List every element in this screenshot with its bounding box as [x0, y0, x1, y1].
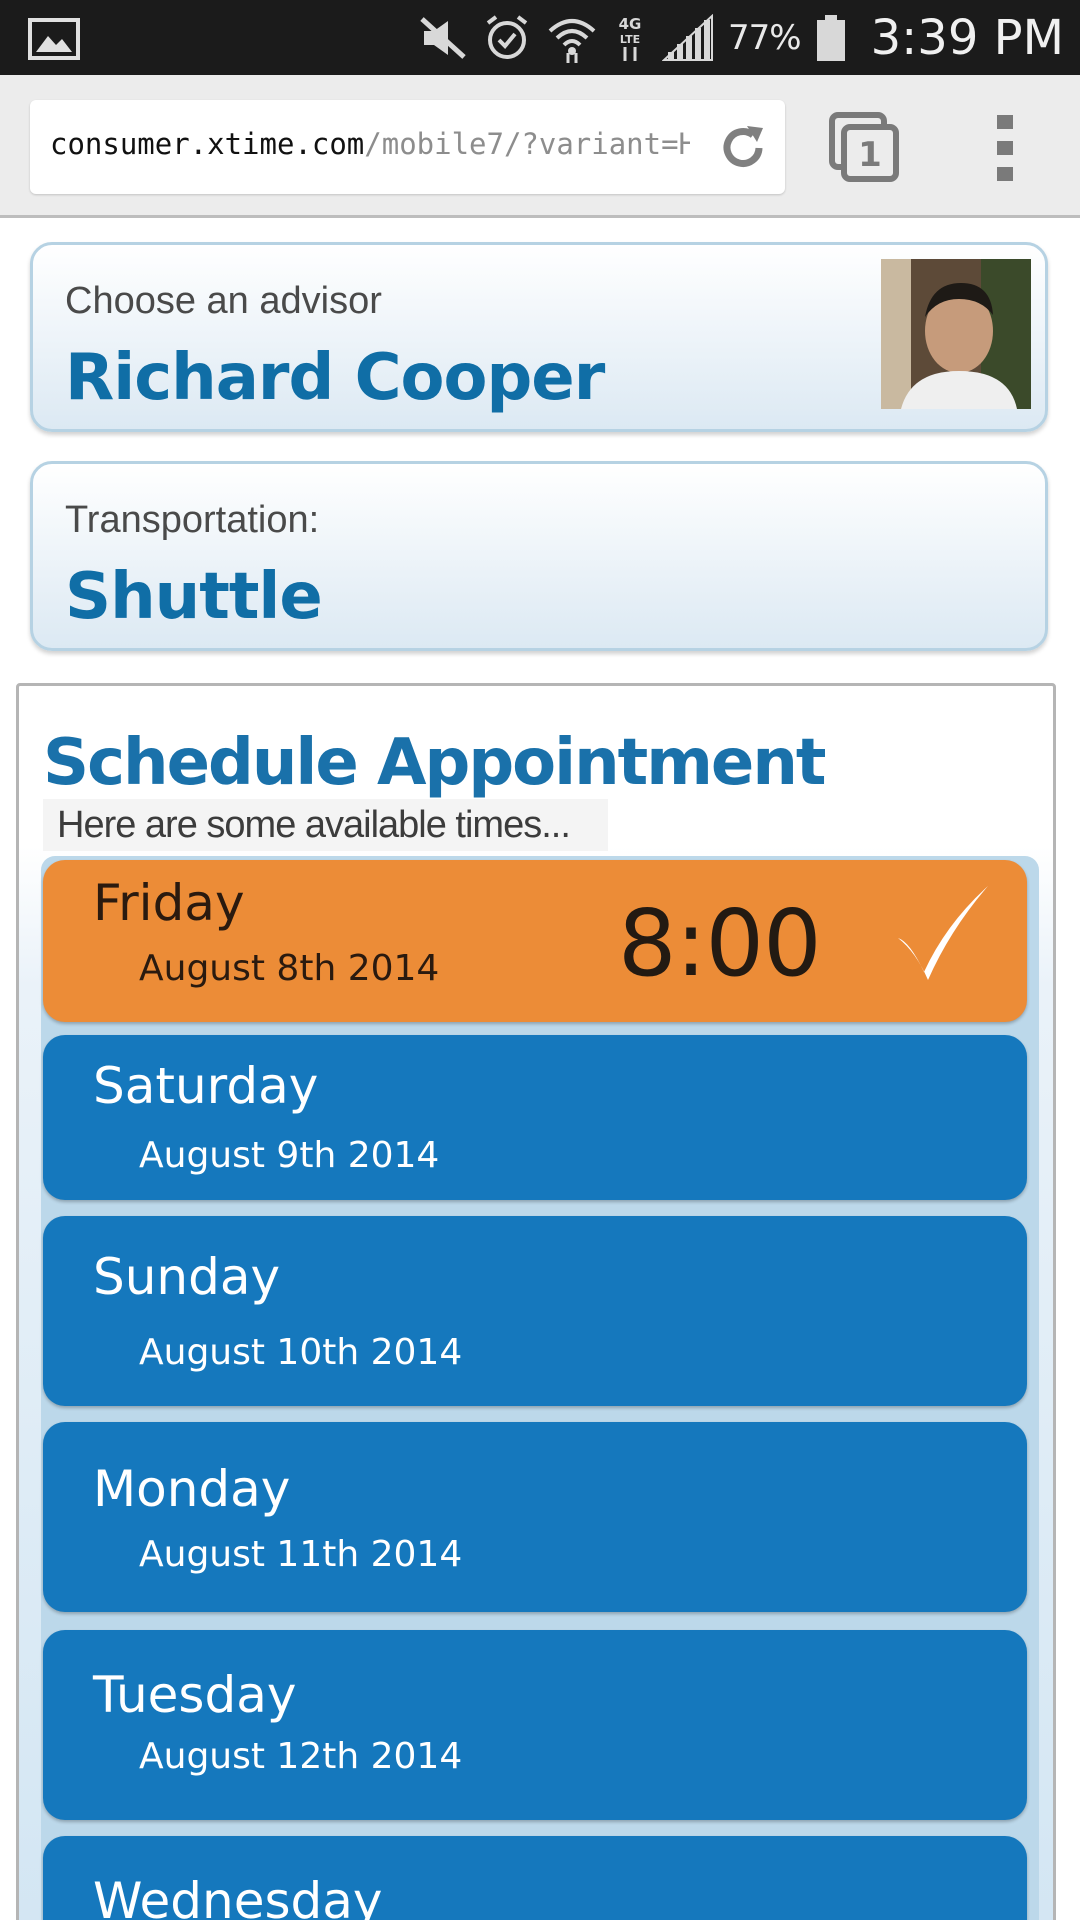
day-slot-monday[interactable]: Monday August 11th 2014 [43, 1422, 1027, 1612]
schedule-panel: Schedule Appointment Here are some avail… [16, 683, 1056, 1920]
battery-percent: 77% [728, 17, 802, 58]
advisor-name: Richard Cooper [65, 341, 605, 415]
advisor-photo [881, 259, 1031, 409]
advisor-label: Choose an advisor [65, 280, 382, 322]
day-name: Saturday [93, 1057, 319, 1115]
clock: 3:39 PM [870, 9, 1064, 66]
day-slot-tuesday[interactable]: Tuesday August 12th 2014 [43, 1630, 1027, 1820]
status-icons: 4G LTE 77% 3:39 PM [418, 0, 1064, 75]
url-text[interactable]: consumer.xtime.com/mobile7/?variant=HMA8 [50, 127, 690, 161]
tabs-icon[interactable]: 1 [828, 111, 900, 183]
4g-lte-icon: 4G LTE [619, 15, 642, 61]
gallery-icon [28, 18, 80, 60]
selected-time: 8:00 [618, 890, 822, 997]
svg-text:LTE: LTE [620, 33, 640, 46]
transportation-value: Shuttle [65, 560, 323, 634]
day-date: August 9th 2014 [139, 1135, 440, 1176]
tab-count: 1 [858, 135, 882, 175]
day-date: August 12th 2014 [139, 1736, 463, 1777]
url-path: /mobile7/?variant=HMA8 [364, 127, 690, 161]
transportation-label: Transportation: [65, 499, 320, 541]
day-slot-friday[interactable]: Friday August 8th 2014 8:00 [43, 860, 1027, 1022]
wifi-icon [548, 18, 596, 63]
day-date: August 11th 2014 [139, 1534, 463, 1575]
alarm-icon [486, 14, 528, 59]
day-date: August 10th 2014 [139, 1332, 463, 1373]
day-name: Wednesday [93, 1872, 383, 1920]
schedule-title: Schedule Appointment [43, 726, 826, 800]
advisor-card[interactable]: Choose an advisor Richard Cooper [30, 242, 1048, 432]
transportation-card[interactable]: Transportation: Shuttle [30, 461, 1048, 651]
schedule-subtitle: Here are some available times... [43, 799, 608, 851]
signal-icon [662, 13, 714, 61]
day-name: Friday [93, 874, 245, 932]
day-name: Monday [93, 1460, 291, 1518]
day-name: Tuesday [93, 1666, 297, 1724]
browser-toolbar: consumer.xtime.com/mobile7/?variant=HMA8… [0, 75, 1080, 218]
checkmark-icon [898, 886, 988, 980]
url-bar[interactable]: consumer.xtime.com/mobile7/?variant=HMA8 [30, 100, 785, 194]
svg-text:4G: 4G [619, 15, 642, 33]
mute-icon [420, 16, 466, 59]
url-domain: consumer.xtime.com [50, 127, 365, 161]
day-slot-wednesday[interactable]: Wednesday [43, 1836, 1027, 1920]
status-bar: 4G LTE 77% 3:39 PM [0, 0, 1080, 75]
reload-icon[interactable] [717, 122, 769, 174]
day-name: Sunday [93, 1248, 281, 1306]
battery-icon [816, 14, 845, 61]
overflow-menu-icon[interactable] [990, 113, 1020, 183]
day-slot-saturday[interactable]: Saturday August 9th 2014 [43, 1035, 1027, 1200]
day-date: August 8th 2014 [139, 948, 440, 989]
day-slot-sunday[interactable]: Sunday August 10th 2014 [43, 1216, 1027, 1406]
